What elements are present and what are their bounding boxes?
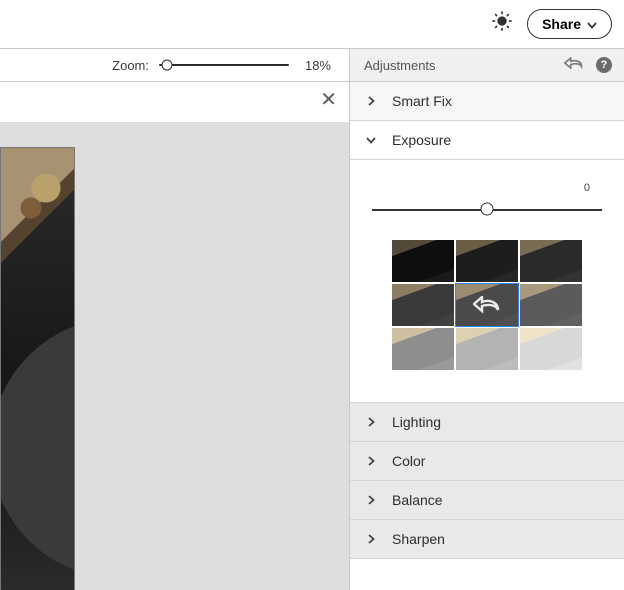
chevron-right-icon	[362, 456, 380, 466]
adjustments-panel: Smart Fix Exposure 0	[349, 82, 624, 590]
section-head-sharpen[interactable]: Sharpen	[350, 520, 624, 559]
exposure-preset[interactable]	[392, 240, 454, 282]
section-title-balance: Balance	[392, 492, 443, 508]
zoom-slider[interactable]	[159, 64, 289, 66]
section-title-sharpen: Sharpen	[392, 531, 445, 547]
chevron-right-icon	[362, 534, 380, 544]
exposure-preset[interactable]	[520, 328, 582, 370]
chevron-right-icon	[362, 417, 380, 427]
exposure-body: 0	[350, 160, 624, 403]
exposure-slider-thumb[interactable]	[481, 203, 494, 216]
zoom-slider-thumb[interactable]	[161, 60, 172, 71]
exposure-preset[interactable]	[520, 240, 582, 282]
zoom-controls: Zoom: 18%	[0, 49, 349, 81]
section-title-exposure: Exposure	[392, 132, 451, 148]
share-label: Share	[542, 16, 581, 32]
chevron-right-icon	[362, 96, 380, 106]
chevron-right-icon	[362, 495, 380, 505]
section-balance: Balance	[350, 481, 624, 520]
chevron-down-icon	[362, 135, 380, 145]
section-sharpen: Sharpen	[350, 520, 624, 559]
section-title-lighting: Lighting	[392, 414, 441, 430]
brightness-icon[interactable]	[491, 10, 513, 37]
section-head-balance[interactable]: Balance	[350, 481, 624, 520]
help-icon[interactable]: ?	[596, 57, 612, 73]
exposure-preset[interactable]	[520, 284, 582, 326]
adjustments-header: Adjustments ?	[349, 49, 624, 81]
main-area: ✕ Smart Fix Exposure 0	[0, 82, 624, 590]
exposure-slider[interactable]	[372, 202, 602, 216]
exposure-value: 0	[368, 182, 606, 194]
top-toolbar: Share	[0, 0, 624, 48]
exposure-presets	[368, 240, 606, 370]
canvas-column: ✕	[0, 82, 349, 590]
section-smart-fix: Smart Fix	[350, 82, 624, 121]
exposure-preset[interactable]	[392, 284, 454, 326]
share-button[interactable]: Share	[527, 9, 612, 39]
close-icon[interactable]: ✕	[320, 90, 337, 122]
section-color: Color	[350, 442, 624, 481]
section-head-color[interactable]: Color	[350, 442, 624, 481]
exposure-preset[interactable]	[456, 328, 518, 370]
exposure-preset[interactable]	[456, 240, 518, 282]
section-head-smart-fix[interactable]: Smart Fix	[350, 82, 624, 121]
zoom-value: 18%	[301, 58, 331, 73]
undo-icon[interactable]	[564, 56, 584, 74]
exposure-preset-reset[interactable]	[456, 284, 518, 326]
exposure-preset[interactable]	[392, 328, 454, 370]
sub-toolbar: Zoom: 18% Adjustments ?	[0, 48, 624, 82]
canvas-shelf: ✕	[0, 82, 349, 122]
photo-preview	[0, 147, 75, 590]
section-head-lighting[interactable]: Lighting	[350, 403, 624, 442]
section-lighting: Lighting	[350, 403, 624, 442]
image-canvas[interactable]	[0, 122, 349, 590]
section-title-color: Color	[392, 453, 425, 469]
section-exposure: Exposure 0	[350, 121, 624, 403]
section-title-smart-fix: Smart Fix	[392, 93, 452, 109]
section-head-exposure[interactable]: Exposure	[350, 121, 624, 160]
adjustments-title: Adjustments	[364, 58, 436, 73]
zoom-label: Zoom:	[112, 58, 149, 73]
chevron-down-icon	[587, 16, 597, 32]
reset-icon	[456, 284, 518, 326]
